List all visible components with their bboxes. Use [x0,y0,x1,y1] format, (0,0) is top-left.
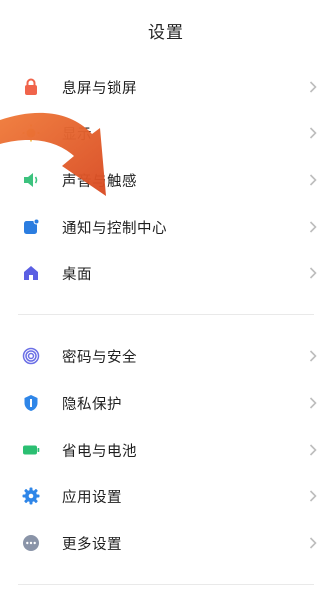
chevron-right-icon [308,443,318,457]
chevron-right-icon [308,173,318,187]
battery-icon [22,441,40,459]
settings-item-label: 应用设置 [62,489,122,506]
settings-item-label: 隐私保护 [62,396,122,413]
settings-item-label: 密码与安全 [62,349,137,366]
chevron-right-icon [308,349,318,363]
settings-item-lock-screen[interactable]: 息屏与锁屏 [0,64,332,110]
chevron-right-icon [308,266,318,280]
speaker-icon [22,171,40,189]
section-divider [18,584,314,585]
chevron-right-icon [308,80,318,94]
chevron-right-icon [308,126,318,140]
page-header: 设置 [0,0,332,58]
chevron-right-icon [308,489,318,503]
settings-item-notifications[interactable]: 通知与控制中心 [0,204,332,250]
settings-item-more-settings[interactable]: 更多设置 [0,520,332,566]
fingerprint-icon [22,347,40,365]
chevron-right-icon [308,220,318,234]
settings-item-sound[interactable]: 声音与触感 [0,157,332,203]
settings-item-label: 显示 [62,126,92,143]
settings-item-privacy[interactable]: 隐私保护 [0,380,332,426]
settings-item-desktop[interactable]: 桌面 [0,250,332,296]
lock-icon [22,78,40,96]
settings-item-battery[interactable]: 省电与电池 [0,427,332,473]
gear-icon [22,487,40,505]
privacy-shield-icon [22,394,40,412]
settings-item-label: 声音与触感 [62,173,137,190]
settings-item-label: 更多设置 [62,536,122,553]
sun-icon [22,124,40,142]
chevron-right-icon [308,536,318,550]
more-dots-icon [22,534,40,552]
settings-item-label: 通知与控制中心 [62,220,167,237]
settings-item-label: 省电与电池 [62,443,137,460]
settings-item-label: 桌面 [62,266,92,283]
notification-icon [22,218,40,236]
section-divider [18,314,314,315]
page-title: 设置 [148,22,184,43]
chevron-right-icon [308,396,318,410]
settings-item-label: 息屏与锁屏 [62,80,137,97]
settings-item-app-settings[interactable]: 应用设置 [0,473,332,519]
settings-item-password-security[interactable]: 密码与安全 [0,333,332,379]
home-icon [22,264,40,282]
settings-item-display[interactable]: 显示 [0,110,332,156]
